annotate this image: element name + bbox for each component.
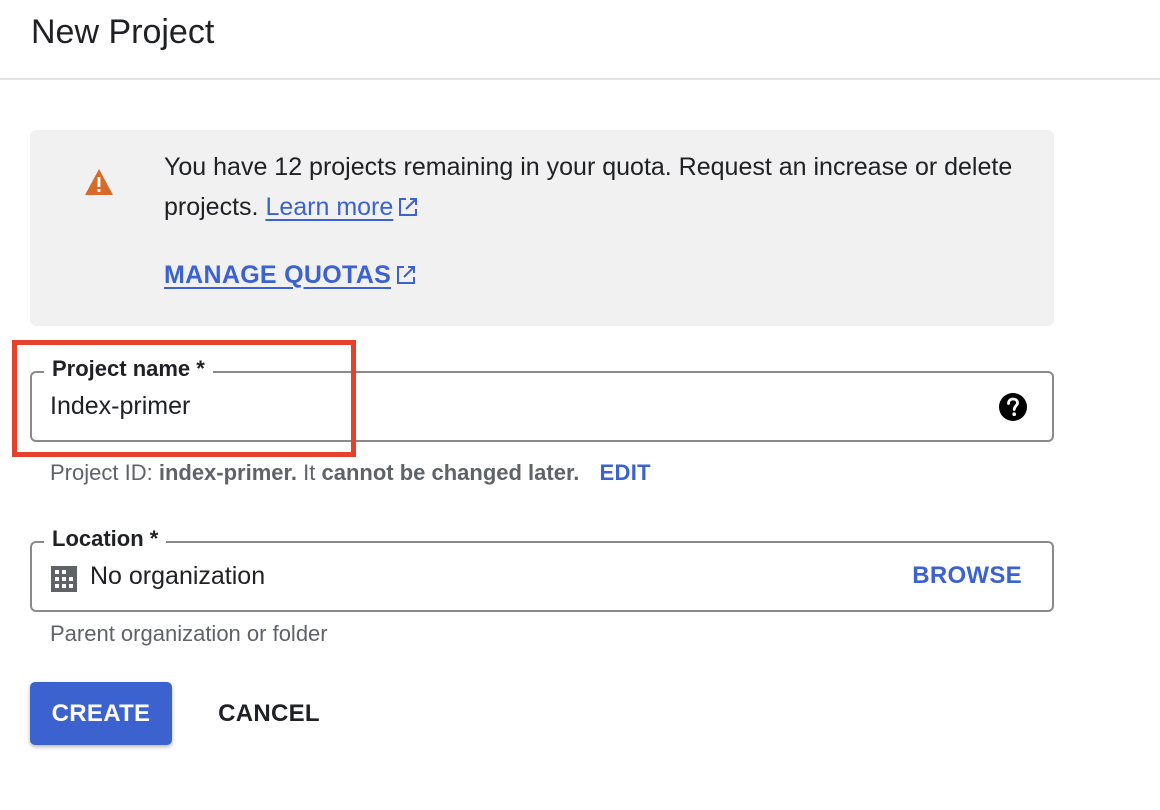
location-hint: Parent organization or folder: [50, 621, 328, 646]
new-project-page: New Project You have 12 projects remaini…: [0, 0, 1160, 810]
learn-more-link[interactable]: Learn more: [265, 193, 393, 221]
project-id-prefix: Project ID:: [50, 460, 153, 485]
browse-button[interactable]: BROWSE: [912, 560, 1022, 592]
project-id-middle: It: [303, 460, 316, 485]
external-link-icon: [399, 198, 418, 216]
cancel-button[interactable]: CANCEL: [210, 682, 328, 745]
highlight-annotation: [12, 340, 356, 457]
page-title: New Project: [31, 13, 215, 51]
location-field[interactable]: Location * No organization BROWSE: [30, 526, 1054, 612]
external-link-icon: [397, 266, 416, 284]
create-button[interactable]: CREATE: [30, 682, 172, 745]
location-value: No organization: [90, 562, 266, 590]
project-id-value: index-primer.: [158, 460, 297, 485]
location-label: Location *: [44, 526, 167, 552]
project-id-warning: cannot be changed later.: [321, 460, 580, 485]
edit-project-id-button[interactable]: EDIT: [600, 460, 651, 485]
project-id-helper: Project ID: index-primer. It cannot be c…: [50, 458, 651, 488]
manage-quotas-label: MANAGE QUOTAS: [164, 261, 392, 289]
building-icon: [51, 566, 77, 592]
quota-message: You have 12 projects remaining in your q…: [164, 147, 1024, 227]
quota-banner: You have 12 projects remaining in your q…: [30, 130, 1054, 326]
learn-more-label: Learn more: [265, 193, 394, 221]
help-icon[interactable]: [998, 392, 1028, 422]
manage-quotas-link[interactable]: MANAGE QUOTAS: [164, 258, 417, 292]
page-header: New Project: [0, 0, 1160, 80]
warning-icon: [85, 169, 113, 195]
